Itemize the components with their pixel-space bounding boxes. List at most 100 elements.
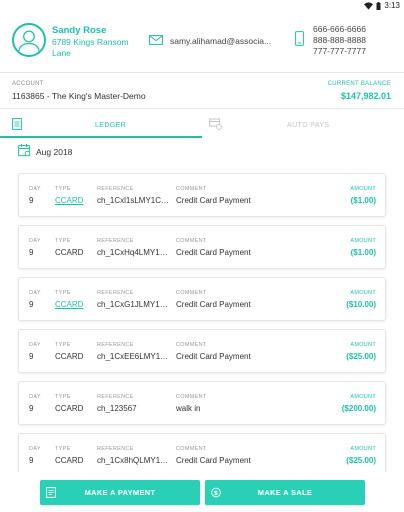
- comment-header: COMMENT: [176, 238, 207, 244]
- make-payment-button[interactable]: MAKE A PAYMENT: [40, 480, 200, 505]
- account-value: 1163865 - The King's Master-Demo: [12, 91, 146, 101]
- transaction-type: CCARD: [55, 404, 84, 413]
- amount-header: AMOUNT: [350, 186, 376, 192]
- status-time: 3:13: [384, 1, 400, 10]
- tab-bar: LEDGER AUTO PAYS: [0, 114, 404, 138]
- transaction-day: 9: [29, 196, 34, 205]
- type-header: TYPE: [55, 238, 71, 244]
- day-header: DAY: [29, 186, 41, 192]
- reference-header: REFERENCE: [97, 238, 134, 244]
- transaction-day: 9: [29, 300, 34, 309]
- type-header: TYPE: [55, 290, 71, 296]
- transaction-reference: ch_1Cxl1sLMY1CO...: [97, 196, 173, 205]
- comment-header: COMMENT: [176, 394, 207, 400]
- tab-auto-pays-label: AUTO PAYS: [287, 122, 330, 129]
- avatar[interactable]: [12, 23, 46, 57]
- transaction-type: CCARD: [55, 456, 84, 465]
- action-bar: MAKE A PAYMENT $ MAKE A SALE: [0, 472, 404, 512]
- reference-header: REFERENCE: [97, 394, 134, 400]
- type-header: TYPE: [55, 342, 71, 348]
- tab-ledger-label: LEDGER: [95, 122, 127, 129]
- transaction-reference: ch_1CxHq4LMY1CO...: [97, 248, 173, 257]
- phone-number[interactable]: 666-666-6666: [313, 24, 366, 35]
- calendar-icon: [18, 144, 31, 157]
- transaction-type: CCARD: [55, 352, 84, 361]
- transaction-day: 9: [29, 456, 34, 465]
- customer-email[interactable]: samy.alihamad@associa...: [170, 36, 272, 46]
- active-tab-indicator: [0, 136, 202, 138]
- transaction-day: 9: [29, 352, 34, 361]
- transaction-comment: Credit Card Payment: [176, 248, 251, 257]
- battery-icon: [376, 1, 381, 10]
- account-label: ACCOUNT: [12, 81, 44, 87]
- transaction-reference: ch_123567: [97, 404, 137, 413]
- transaction-comment: walk in: [176, 404, 201, 413]
- customer-phones: 666-666-6666 888-888-8888 777-777-7777: [313, 24, 366, 57]
- transaction-comment: Credit Card Payment: [176, 352, 251, 361]
- status-bar: 3:13: [0, 0, 404, 14]
- comment-header: COMMENT: [176, 290, 207, 296]
- transaction-amount: ($200.00): [341, 404, 376, 413]
- balance-label: CURRENT BALANCE: [327, 81, 391, 87]
- transaction-type-link[interactable]: CCARD: [55, 196, 83, 205]
- amount-header: AMOUNT: [350, 394, 376, 400]
- type-header: TYPE: [55, 446, 71, 452]
- transaction-amount: ($25.00): [346, 456, 376, 465]
- transaction-card[interactable]: DAY TYPE REFERENCE COMMENT AMOUNT 9 CCAR…: [18, 225, 386, 269]
- transaction-card[interactable]: DAY TYPE REFERENCE COMMENT AMOUNT 9 CCAR…: [18, 173, 386, 217]
- autopay-icon: [209, 118, 222, 130]
- reference-header: REFERENCE: [97, 186, 134, 192]
- reference-header: REFERENCE: [97, 290, 134, 296]
- transaction-list[interactable]: DAY TYPE REFERENCE COMMENT AMOUNT 9 CCAR…: [0, 164, 404, 472]
- comment-header: COMMENT: [176, 446, 207, 452]
- customer-header: Sandy Rose 6789 Kings Ransom Lane samy.a…: [0, 14, 404, 72]
- make-sale-label: MAKE A SALE: [257, 488, 313, 497]
- transaction-comment: Credit Card Payment: [176, 456, 251, 465]
- tab-auto-pays[interactable]: AUTO PAYS: [202, 114, 404, 138]
- transaction-comment: Credit Card Payment: [176, 196, 251, 205]
- transaction-card[interactable]: DAY TYPE REFERENCE COMMENT AMOUNT 9 CCAR…: [18, 329, 386, 373]
- header-divider: [0, 72, 404, 73]
- phone-icon: [295, 31, 304, 46]
- amount-header: AMOUNT: [350, 342, 376, 348]
- type-header: TYPE: [55, 186, 71, 192]
- transaction-reference: ch_1CxG1JLMY1CO...: [97, 300, 173, 309]
- day-header: DAY: [29, 446, 41, 452]
- day-header: DAY: [29, 238, 41, 244]
- type-header: TYPE: [55, 394, 71, 400]
- tab-ledger[interactable]: LEDGER: [0, 114, 202, 138]
- phone-number[interactable]: 777-777-7777: [313, 46, 366, 57]
- transaction-amount: ($10.00): [346, 300, 376, 309]
- transaction-card[interactable]: DAY TYPE REFERENCE COMMENT AMOUNT 9 CCAR…: [18, 433, 386, 472]
- person-icon: [17, 30, 41, 54]
- customer-address: 6789 Kings Ransom Lane: [52, 37, 129, 58]
- amount-header: AMOUNT: [350, 238, 376, 244]
- transaction-card[interactable]: DAY TYPE REFERENCE COMMENT AMOUNT 9 CCAR…: [18, 277, 386, 321]
- transaction-comment: Credit Card Payment: [176, 300, 251, 309]
- transaction-reference: ch_1CxEE6LMY1CO...: [97, 352, 173, 361]
- wifi-icon: [364, 1, 374, 10]
- transaction-type-link[interactable]: CCARD: [55, 300, 83, 309]
- comment-header: COMMENT: [176, 342, 207, 348]
- transaction-day: 9: [29, 404, 34, 413]
- balance-value: $147,982.01: [340, 91, 391, 101]
- phone-number[interactable]: 888-888-8888: [313, 35, 366, 46]
- day-header: DAY: [29, 394, 41, 400]
- transaction-card[interactable]: DAY TYPE REFERENCE COMMENT AMOUNT 9 CCAR…: [18, 381, 386, 425]
- mail-icon: [149, 35, 163, 45]
- transaction-amount: ($1.00): [350, 248, 376, 257]
- amount-header: AMOUNT: [350, 290, 376, 296]
- transaction-day: 9: [29, 248, 34, 257]
- day-header: DAY: [29, 290, 41, 296]
- make-sale-button[interactable]: $ MAKE A SALE: [205, 480, 365, 505]
- amount-header: AMOUNT: [350, 446, 376, 452]
- transaction-type: CCARD: [55, 248, 84, 257]
- transaction-amount: ($1.00): [350, 196, 376, 205]
- transaction-reference: ch_1Cx8hQLMY1CO...: [97, 456, 173, 465]
- comment-header: COMMENT: [176, 186, 207, 192]
- customer-name: Sandy Rose: [52, 25, 107, 36]
- day-header: DAY: [29, 342, 41, 348]
- transaction-amount: ($25.00): [346, 352, 376, 361]
- ledger-icon: [12, 118, 22, 130]
- reference-header: REFERENCE: [97, 446, 134, 452]
